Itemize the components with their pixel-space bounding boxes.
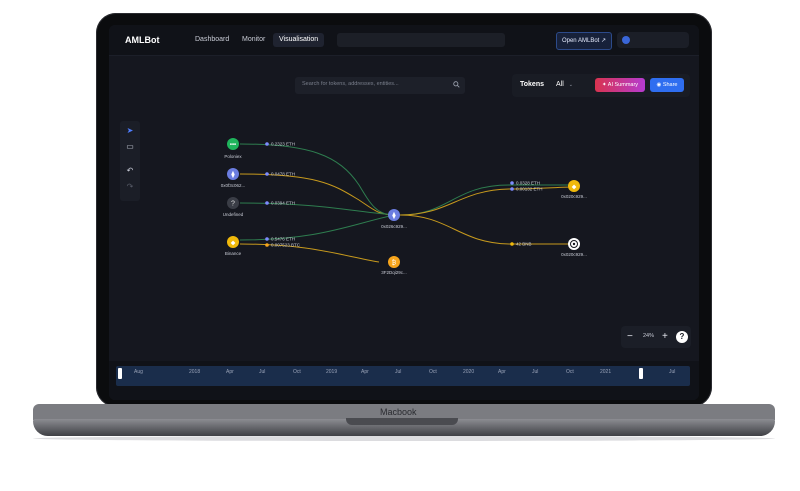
edge-label: 42 BNB xyxy=(516,242,532,247)
edge-poloniex xyxy=(239,143,395,216)
laptop-shadow xyxy=(33,436,775,441)
timeline-label: Jul xyxy=(395,369,402,375)
node-label: 0x020c929... xyxy=(561,252,587,257)
zoom-in-button[interactable]: + xyxy=(662,330,668,344)
timeline-label: Oct xyxy=(293,369,301,375)
svg-text:◆: ◆ xyxy=(231,240,236,247)
app-screen: AMLBot Dashboard Monitor Visualisation O… xyxy=(109,25,699,400)
edge-label: 0.0394 ETH xyxy=(271,201,295,206)
edge-label: 0.0328 ETH xyxy=(516,181,540,186)
timeline-track[interactable]: Aug 2018 Apr Jul Oct 2019 Apr Jul Oct 20… xyxy=(116,366,690,386)
svg-text:•••: ••• xyxy=(230,143,236,149)
node-label: 0x0f3c062... xyxy=(221,183,246,188)
edge-0x0f3c xyxy=(239,173,395,216)
edge-label: 0.2323 ETH xyxy=(271,142,295,147)
timeline-label: 2019 xyxy=(326,369,338,375)
laptop-notch xyxy=(346,418,458,425)
help-button[interactable]: ? xyxy=(676,331,688,343)
timeline-label: Apr xyxy=(498,369,506,375)
node-label: Poloniex xyxy=(224,154,242,159)
zoom-control: − 24% + ? xyxy=(621,326,691,348)
node-label: Binance xyxy=(225,251,242,256)
node-binance: ◆ Binance xyxy=(225,236,242,256)
svg-text:?: ? xyxy=(231,201,235,208)
timeline-label: 2018 xyxy=(189,369,201,375)
edge-label: 0.0478 ETH xyxy=(271,172,295,177)
svg-text:◆: ◆ xyxy=(572,184,577,191)
timeline-label: Oct xyxy=(566,369,574,375)
timeline-start-handle[interactable] xyxy=(118,368,122,379)
zoom-level: 24% xyxy=(643,333,655,339)
edge-binance-eth xyxy=(239,214,395,241)
edge-out-bnb xyxy=(399,214,574,245)
svg-text:⧫: ⧫ xyxy=(392,212,396,220)
edge-out-eth-2 xyxy=(399,186,575,216)
timeline-label: Jul xyxy=(532,369,539,375)
timeline-label: Jul xyxy=(669,369,676,375)
node-label: 0x026c929... xyxy=(381,224,407,229)
edge-label: 0.00132 ETH xyxy=(516,187,543,192)
node-3f2d: ₿ 3F2Dqi29c... xyxy=(381,256,407,275)
node-0x0f3c: ⧫ 0x0f3c062... xyxy=(221,168,246,188)
timeline-label: Apr xyxy=(226,369,234,375)
transaction-graph: ••• Poloniex ⧫ 0x0f3c062... ? Undefined … xyxy=(221,138,587,275)
node-label: 0x020c929... xyxy=(561,194,587,199)
timeline: Aug 2018 Apr Jul Oct 2019 Apr Jul Oct 20… xyxy=(109,361,699,400)
edge-label: 0.5476 ETH xyxy=(271,237,295,242)
zoom-out-button[interactable]: − xyxy=(627,330,633,344)
node-0x026c: ⧫ 0x026c929... xyxy=(381,209,407,229)
node-label: Undefined xyxy=(223,212,244,217)
timeline-label: 2021 xyxy=(600,369,612,375)
edge-label: 0.007523 BTC xyxy=(271,243,301,248)
node-poloniex: ••• Poloniex xyxy=(224,138,242,159)
timeline-label: Apr xyxy=(361,369,369,375)
timeline-label: 2020 xyxy=(463,369,475,375)
timeline-label: Aug xyxy=(134,369,143,375)
node-undefined: ? Undefined xyxy=(223,197,244,217)
edge-undefined xyxy=(239,202,395,216)
device-label: Macbook xyxy=(380,407,417,417)
svg-text:₿: ₿ xyxy=(392,260,397,267)
timeline-label: Oct xyxy=(429,369,437,375)
node-0x020c-binance: ◆ 0x020c929... xyxy=(561,180,587,199)
edge-out-eth-1 xyxy=(399,184,574,216)
node-label: 3F2Dqi29c... xyxy=(381,270,407,275)
edge-binance-btc xyxy=(239,243,380,263)
svg-text:⧫: ⧫ xyxy=(231,171,235,179)
node-0x020c-target: 0x020c929... xyxy=(561,238,587,257)
timeline-end-handle[interactable] xyxy=(639,368,643,379)
timeline-label: Jul xyxy=(259,369,266,375)
